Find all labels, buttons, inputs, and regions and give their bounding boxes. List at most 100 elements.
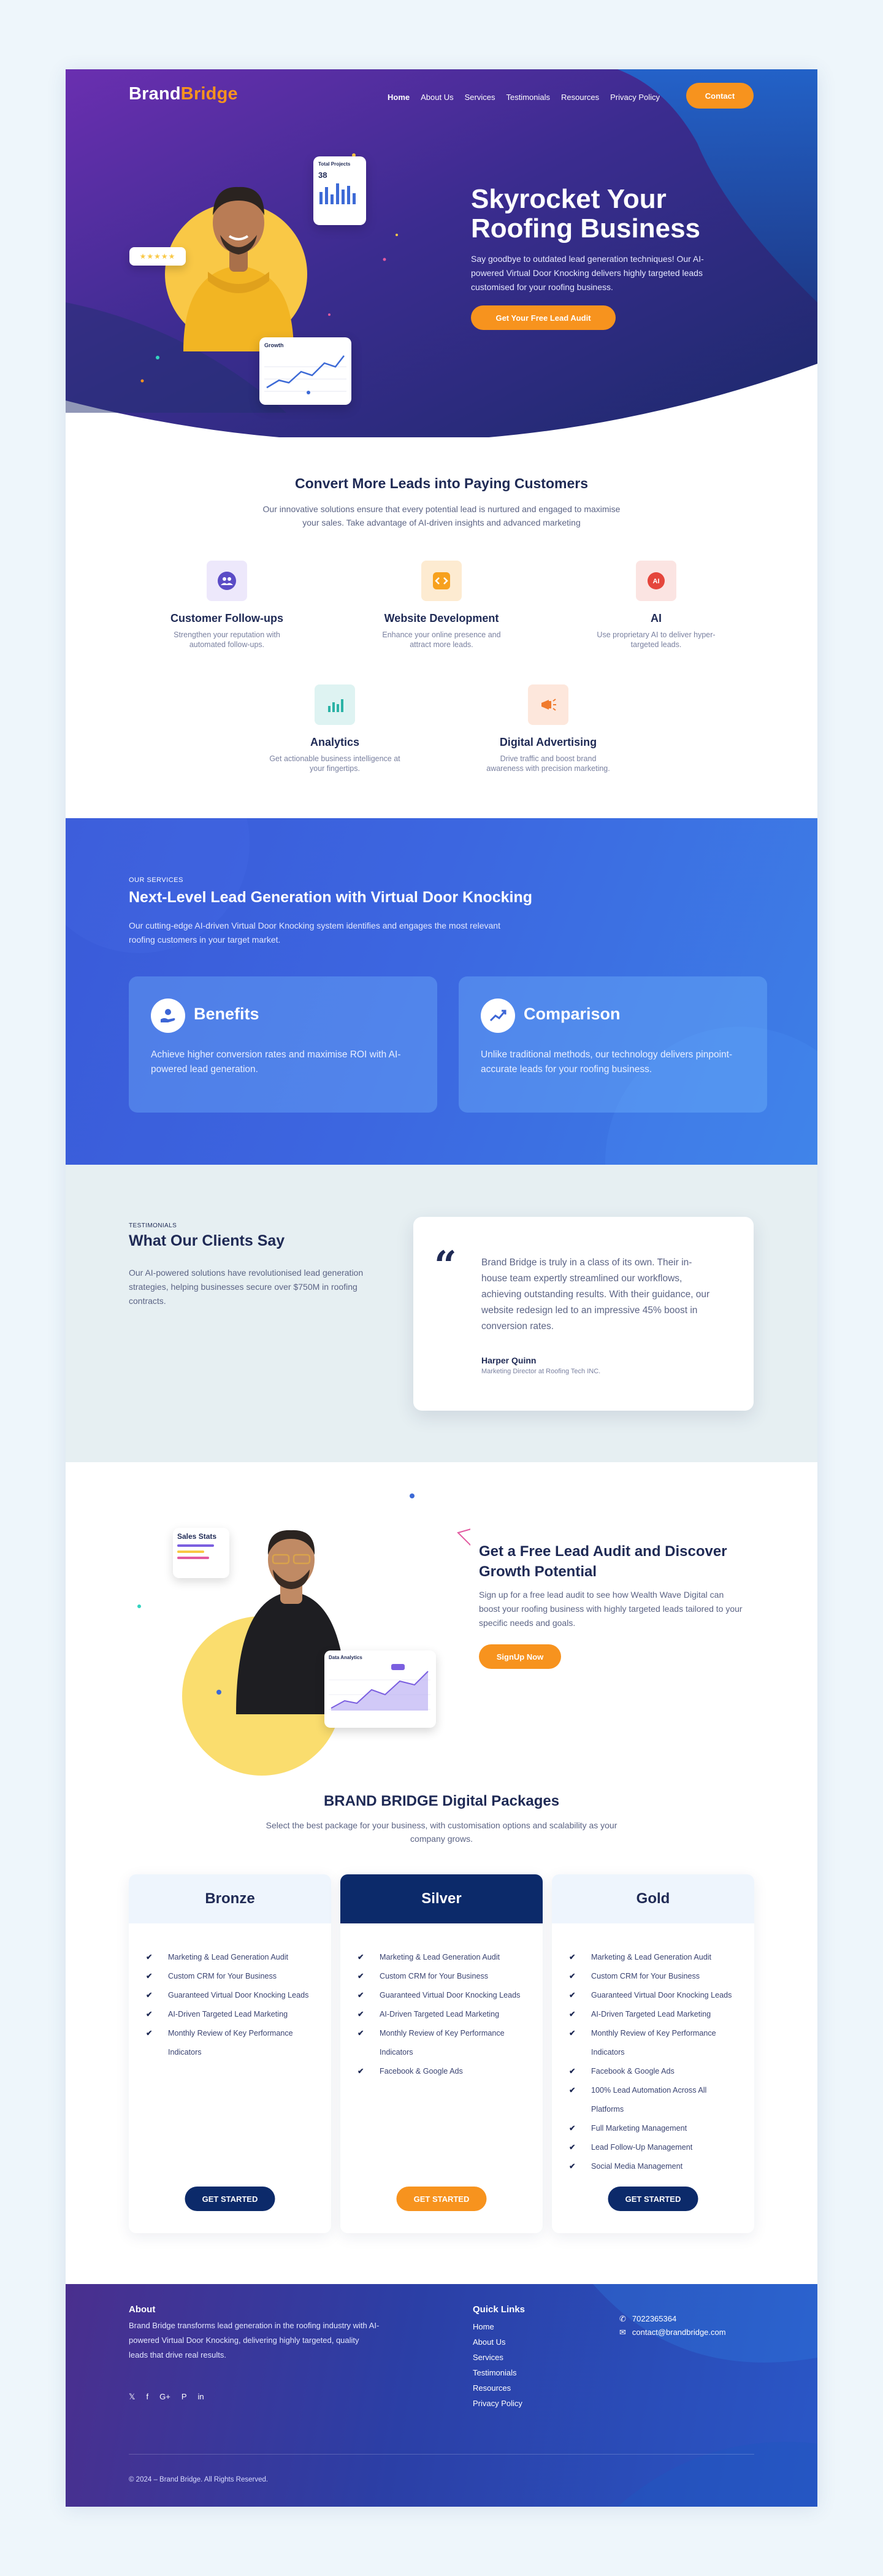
package-feature-text: Marketing & Lead Generation Audit [168, 1953, 289, 1961]
package-silver: Silver ✔ Marketing & Lead Generation Audi… [340, 1874, 543, 2233]
contact-button[interactable]: Contact [686, 83, 754, 109]
package-feature-text: Marketing & Lead Generation Audit [591, 1953, 712, 1961]
main-nav: Home About Us Services Testimonials Reso… [388, 93, 660, 102]
package-feature: ✔ Monthly Review of Key Performance Indic… [146, 2024, 318, 2062]
package-feature: ✔ Monthly Review of Key Performance Indic… [357, 2024, 529, 2062]
footer-link-services[interactable]: Services [473, 2350, 522, 2365]
testimonials-kicker: TESTIMONIALS [129, 1222, 177, 1229]
hero-section: BrandBridge Home About Us Services Testi… [66, 69, 817, 437]
brand-logo[interactable]: BrandBridge [129, 84, 238, 104]
code-icon [421, 561, 462, 601]
package-feature-text: Full Marketing Management [591, 2124, 687, 2133]
feature-analytics: Analytics Get actionable business intell… [243, 684, 427, 773]
services-title: Next-Level Lead Generation with Virtual … [129, 889, 532, 906]
check-icon: ✔ [569, 1991, 576, 1999]
users-icon [207, 561, 247, 601]
nav-item-home[interactable]: Home [388, 93, 410, 102]
testimonials-description: Our AI-powered solutions have revolution… [129, 1268, 364, 1306]
testimonials-section: TESTIMONIALS What Our Clients Say Our AI… [66, 1165, 817, 1462]
footer-link-about[interactable]: About Us [473, 2334, 522, 2350]
package-feature-list: ✔ Marketing & Lead Generation Audit ✔ Custo… [552, 1923, 754, 2176]
package-feature-text: Custom CRM for Your Business [380, 1972, 489, 1980]
footer-links: Home About Us Services Testimonials Reso… [473, 2319, 522, 2411]
nav-item-privacy[interactable]: Privacy Policy [610, 93, 660, 102]
package-feature-text: 100% Lead Automation Across All Platform… [591, 2086, 707, 2114]
package-feature-text: AI-Driven Targeted Lead Marketing [591, 2010, 711, 2018]
package-feature: ✔ Social Media Management [569, 2157, 741, 2176]
check-icon: ✔ [146, 2010, 153, 2018]
services-section: OUR SERVICES Next-Level Lead Generation … [66, 818, 817, 1165]
testimonial-card: “ Brand Bridge is truly in a class of it… [413, 1217, 754, 1411]
package-feature-text: Monthly Review of Key Performance Indica… [168, 2029, 293, 2057]
free-audit-button[interactable]: Get Your Free Lead Audit [471, 305, 616, 330]
google-icon[interactable]: G+ [159, 2392, 170, 2402]
nav-item-testimonials[interactable]: Testimonials [506, 93, 550, 102]
package-feature: ✔ Custom CRM for Your Business [146, 1967, 318, 1986]
get-started-button[interactable]: GET STARTED [396, 2187, 487, 2211]
audit-title: Get a Free Lead Audit and Discover Growt… [479, 1543, 727, 1580]
footer-email: contact@brandbridge.com [632, 2328, 726, 2337]
package-feature: ✔ Marketing & Lead Generation Audit [146, 1948, 318, 1967]
package-gold: Gold ✔ Marketing & Lead Generation Audit ✔… [552, 1874, 754, 2233]
total-projects-title: Total Projects [318, 161, 351, 167]
comparison-card: Comparison Unlike traditional methods, o… [459, 976, 767, 1113]
footer-link-resources[interactable]: Resources [473, 2380, 522, 2396]
package-feature-list: ✔ Marketing & Lead Generation Audit ✔ Custo… [340, 1923, 543, 2081]
footer-link-privacy[interactable]: Privacy Policy [473, 2396, 522, 2411]
footer-about-text: Brand Bridge transforms lead generation … [129, 2321, 380, 2359]
package-feature: ✔ AI-Driven Targeted Lead Marketing [146, 2005, 318, 2024]
footer-email-row[interactable]: ✉ contact@brandbridge.com [619, 2326, 726, 2339]
packages-description: Select the best package for your busines… [266, 1820, 617, 1844]
linkedin-icon[interactable]: in [198, 2392, 204, 2402]
feature-customer-followups: Customer Follow-ups Strengthen your repu… [135, 561, 319, 650]
growth-card: Growth [259, 337, 351, 405]
footer-contact: ✆ 7022365364 ✉ contact@brandbridge.com [619, 2312, 726, 2339]
testimonial-quote: Brand Bridge is truly in a class of its … [481, 1257, 710, 1332]
package-feature-text: Monthly Review of Key Performance Indica… [380, 2029, 505, 2057]
comparison-title: Comparison [524, 1005, 621, 1023]
data-analytics-card: Data Analytics [324, 1650, 436, 1728]
get-started-button[interactable]: GET STARTED [608, 2187, 698, 2211]
social-links: 𝕏 f G+ P in [129, 2392, 204, 2402]
package-feature-text: AI-Driven Targeted Lead Marketing [380, 2010, 500, 2018]
package-feature: ✔ Marketing & Lead Generation Audit [569, 1948, 741, 1967]
check-icon: ✔ [146, 1953, 153, 1961]
check-icon: ✔ [357, 1953, 364, 1961]
package-feature: ✔ Custom CRM for Your Business [357, 1967, 529, 1986]
feature-website-development: Website Development Enhance your online … [350, 561, 533, 650]
pinterest-icon[interactable]: P [182, 2392, 187, 2402]
check-icon: ✔ [569, 1972, 576, 1980]
total-projects-card: Total Projects 38 [313, 156, 366, 225]
footer-phone-row[interactable]: ✆ 7022365364 [619, 2312, 726, 2326]
check-icon: ✔ [357, 1991, 364, 1999]
footer-copyright: © 2024 – Brand Bridge. All Rights Reserv… [129, 2476, 269, 2483]
package-feature: ✔ Facebook & Google Ads [357, 2062, 529, 2081]
feature-description: Enhance your online presence and attract… [382, 631, 501, 649]
ai-chip-icon: AI [636, 561, 676, 601]
benefits-title: Benefits [194, 1005, 259, 1023]
feature-title: Digital Advertising [499, 736, 597, 748]
footer-link-home[interactable]: Home [473, 2319, 522, 2334]
total-projects-bar-chart [319, 183, 356, 204]
nav-item-about[interactable]: About Us [421, 93, 453, 102]
check-icon: ✔ [146, 2029, 153, 2037]
feature-title: Analytics [310, 736, 360, 748]
get-started-button[interactable]: GET STARTED [185, 2187, 275, 2211]
footer-link-testimonials[interactable]: Testimonials [473, 2365, 522, 2380]
feature-description: Strengthen your reputation with automate… [174, 631, 280, 649]
nav-item-services[interactable]: Services [465, 93, 495, 102]
total-projects-value: 38 [318, 171, 327, 180]
package-feature-text: Guaranteed Virtual Door Knocking Leads [380, 1991, 521, 1999]
sales-stats-title: Sales Stats [177, 1532, 217, 1541]
check-icon: ✔ [357, 2029, 364, 2037]
benefits-card: Benefits Achieve higher conversion rates… [129, 976, 437, 1113]
comparison-description: Unlike traditional methods, our technolo… [481, 1049, 733, 1075]
check-icon: ✔ [569, 2029, 576, 2037]
facebook-icon[interactable]: f [146, 2392, 148, 2402]
package-feature-text: Guaranteed Virtual Door Knocking Leads [168, 1991, 309, 1999]
package-feature-text: Facebook & Google Ads [380, 2067, 463, 2076]
signup-button[interactable]: SignUp Now [479, 1644, 561, 1669]
twitter-icon[interactable]: 𝕏 [129, 2392, 135, 2402]
package-feature-text: Custom CRM for Your Business [591, 1972, 700, 1980]
nav-item-resources[interactable]: Resources [561, 93, 599, 102]
